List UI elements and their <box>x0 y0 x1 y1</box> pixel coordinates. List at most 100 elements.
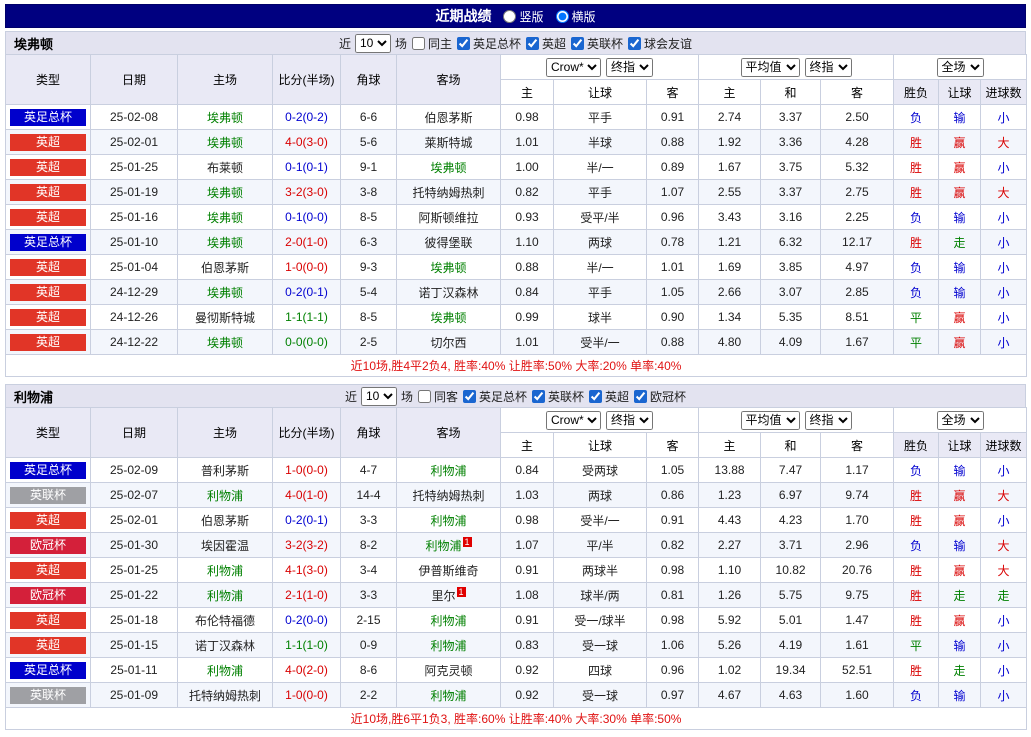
home-team-link[interactable]: 托特纳姆热刺 <box>177 682 273 708</box>
bookmaker-select[interactable]: Crow* <box>546 57 602 77</box>
score-link[interactable]: 4-0(2-0) <box>272 657 341 683</box>
score-link[interactable]: 0-2(0-1) <box>272 279 341 305</box>
competition-filter[interactable]: 英联杯 <box>531 388 584 405</box>
home-team-link[interactable]: 埃弗顿 <box>177 204 273 230</box>
away-team-link[interactable]: 阿斯顿维拉 <box>396 204 501 230</box>
score-link[interactable]: 4-1(3-0) <box>272 557 341 583</box>
same-side-filter[interactable]: 同主 <box>411 35 452 52</box>
score-link[interactable]: 0-2(0-2) <box>272 104 341 130</box>
score-link[interactable]: 1-1(1-0) <box>272 632 341 658</box>
competition-cell: 英联杯 <box>5 482 91 508</box>
competition-checkbox[interactable] <box>589 389 603 403</box>
away-team-link[interactable]: 埃弗顿 <box>396 254 501 280</box>
competition-checkbox[interactable] <box>628 36 642 50</box>
score-link[interactable]: 0-1(0-1) <box>272 154 341 180</box>
competition-checkbox[interactable] <box>532 389 545 403</box>
home-team-link[interactable]: 埃弗顿 <box>177 329 273 355</box>
score-link[interactable]: 4-0(3-0) <box>272 129 341 155</box>
competition-checkbox[interactable] <box>526 36 539 50</box>
home-team-link[interactable]: 利物浦 <box>177 657 273 683</box>
bookmaker-stage-select[interactable]: 终指 <box>606 410 654 430</box>
away-team-link[interactable]: 伯恩茅斯 <box>396 104 501 130</box>
home-team-link[interactable]: 埃弗顿 <box>177 104 273 130</box>
score-link[interactable]: 3-2(3-2) <box>272 532 341 558</box>
home-team-link[interactable]: 布伦特福德 <box>177 607 273 633</box>
same-side-checkbox[interactable] <box>417 389 431 403</box>
competition-checkbox[interactable] <box>456 36 470 50</box>
layout-option-vertical[interactable]: 竖版 <box>503 8 544 25</box>
away-team-link[interactable]: 托特纳姆热刺 <box>396 482 501 508</box>
away-team-link[interactable]: 诺丁汉森林 <box>396 279 501 305</box>
away-team-link[interactable]: 利物浦 1 <box>396 532 501 558</box>
away-team-link[interactable]: 里尔 1 <box>396 582 501 608</box>
home-team-link[interactable]: 伯恩茅斯 <box>177 507 273 533</box>
away-team-link[interactable]: 利物浦 <box>396 507 501 533</box>
away-team-link[interactable]: 阿克灵顿 <box>396 657 501 683</box>
home-team-link[interactable]: 利物浦 <box>177 482 273 508</box>
bookmaker-select[interactable]: Crow* <box>546 410 602 430</box>
average-select[interactable]: 平均值 <box>740 57 800 77</box>
col-header-type: 类型 <box>5 407 91 458</box>
home-team-link[interactable]: 伯恩茅斯 <box>177 254 273 280</box>
away-team-link[interactable]: 彼得堡联 <box>396 229 501 255</box>
competition-filter[interactable]: 球会友谊 <box>627 35 692 52</box>
competition-filter[interactable]: 英足总杯 <box>462 388 527 405</box>
average-stage-select[interactable]: 终指 <box>804 57 852 77</box>
away-team-link[interactable]: 伊普斯维奇 <box>396 557 501 583</box>
vertical-radio[interactable] <box>503 9 517 23</box>
competition-filter[interactable]: 英超 <box>588 388 629 405</box>
competition-filter[interactable]: 欧冠杯 <box>633 388 686 405</box>
home-team-link[interactable]: 曼彻斯特城 <box>177 304 273 330</box>
home-team-link[interactable]: 普利茅斯 <box>177 457 273 483</box>
home-team-link[interactable]: 埃弗顿 <box>177 129 273 155</box>
scope-select[interactable]: 全场 <box>936 410 984 430</box>
away-team-link[interactable]: 利物浦 <box>396 607 501 633</box>
away-team-link[interactable]: 托特纳姆热刺 <box>396 179 501 205</box>
home-team-link[interactable]: 埃弗顿 <box>177 279 273 305</box>
home-team-link[interactable]: 利物浦 <box>177 557 273 583</box>
recent-count-select[interactable]: 10 <box>354 33 391 53</box>
score-link[interactable]: 0-2(0-0) <box>272 607 341 633</box>
average-stage-select[interactable]: 终指 <box>804 410 852 430</box>
home-team-link[interactable]: 布莱顿 <box>177 154 273 180</box>
recent-count-select[interactable]: 10 <box>360 386 397 406</box>
score-link[interactable]: 0-0(0-0) <box>272 329 341 355</box>
away-team-link[interactable]: 埃弗顿 <box>396 154 501 180</box>
away-team-link[interactable]: 利物浦 <box>396 457 501 483</box>
score-link[interactable]: 2-1(1-0) <box>272 582 341 608</box>
away-team-link[interactable]: 切尔西 <box>396 329 501 355</box>
avg-draw-odds: 5.35 <box>760 304 822 330</box>
competition-filter[interactable]: 英足总杯 <box>456 35 521 52</box>
away-team-link[interactable]: 莱斯特城 <box>396 129 501 155</box>
home-team-link[interactable]: 诺丁汉森林 <box>177 632 273 658</box>
score-link[interactable]: 1-1(1-1) <box>272 304 341 330</box>
score-link[interactable]: 1-0(0-0) <box>272 682 341 708</box>
home-team-link[interactable]: 埃因霍温 <box>177 532 273 558</box>
scope-select[interactable]: 全场 <box>936 57 984 77</box>
competition-filter[interactable]: 英超 <box>525 35 566 52</box>
horizontal-radio[interactable] <box>555 9 569 23</box>
score-link[interactable]: 4-0(1-0) <box>272 482 341 508</box>
home-team-link[interactable]: 埃弗顿 <box>177 179 273 205</box>
score-link[interactable]: 2-0(1-0) <box>272 229 341 255</box>
competition-checkbox[interactable] <box>634 389 648 403</box>
average-select[interactable]: 平均值 <box>740 410 800 430</box>
home-team-link[interactable]: 埃弗顿 <box>177 229 273 255</box>
home-team-link[interactable]: 利物浦 <box>177 582 273 608</box>
competition-badge: 英足总杯 <box>10 233 86 251</box>
away-team-link[interactable]: 利物浦 <box>396 682 501 708</box>
score-link[interactable]: 1-0(0-0) <box>272 457 341 483</box>
bookmaker-stage-select[interactable]: 终指 <box>606 57 654 77</box>
score-link[interactable]: 0-1(0-0) <box>272 204 341 230</box>
competition-checkbox[interactable] <box>571 36 585 50</box>
away-team-link[interactable]: 利物浦 <box>396 632 501 658</box>
layout-option-horizontal[interactable]: 横版 <box>555 8 596 25</box>
same-side-filter[interactable]: 同客 <box>417 388 458 405</box>
score-link[interactable]: 3-2(3-0) <box>272 179 341 205</box>
away-team-link[interactable]: 埃弗顿 <box>396 304 501 330</box>
competition-filter[interactable]: 英联杯 <box>570 35 623 52</box>
score-link[interactable]: 0-2(0-1) <box>272 507 341 533</box>
competition-checkbox[interactable] <box>462 389 476 403</box>
score-link[interactable]: 1-0(0-0) <box>272 254 341 280</box>
same-side-checkbox[interactable] <box>411 36 425 50</box>
